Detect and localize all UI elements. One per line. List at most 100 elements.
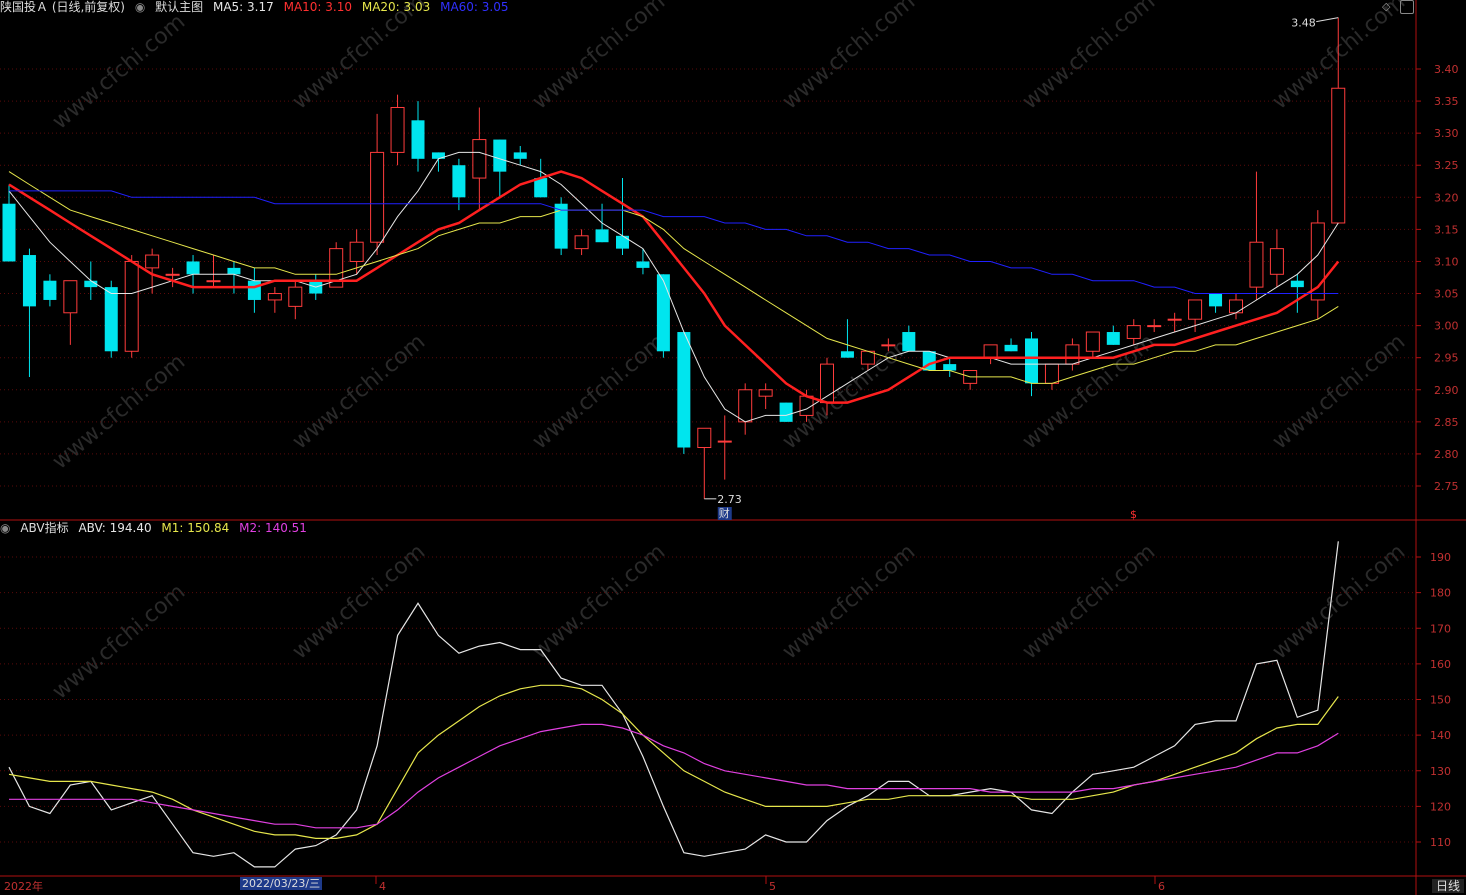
candle-body-down xyxy=(104,287,118,352)
indicator-tick-label: 160 xyxy=(1430,658,1451,671)
candle-body-up xyxy=(758,389,773,397)
candle-body-down xyxy=(1106,332,1120,345)
ma10-line xyxy=(8,170,1340,404)
candle-body-up xyxy=(1167,318,1182,321)
watermark-text: www.cfchi.com xyxy=(48,349,190,474)
indicator-tick-label: 170 xyxy=(1430,622,1451,635)
candle-body-up xyxy=(1147,325,1162,328)
stock-chart[interactable]: www.cfchi.com www.cfchi.com www.cfchi.com w… xyxy=(0,0,1466,895)
indicator-name[interactable]: ABV指标 xyxy=(20,521,68,535)
watermark-text: www.cfchi.com xyxy=(528,0,670,115)
candle-body-up xyxy=(1044,363,1059,384)
indicator-tick-label: 150 xyxy=(1430,694,1451,707)
candle-body-down xyxy=(1025,338,1038,384)
m1-label: M1: 150.84 xyxy=(161,521,230,535)
price-tick-label: 3.40 xyxy=(1434,63,1459,76)
month-label: 6 xyxy=(1158,880,1165,893)
abv-line xyxy=(8,541,1339,868)
indicator-tick-label: 190 xyxy=(1430,551,1451,564)
window-button-icon[interactable] xyxy=(1400,0,1414,14)
candle-body-up xyxy=(717,440,732,443)
watermark-text: www.cfchi.com xyxy=(528,329,670,454)
price-tick-label: 3.05 xyxy=(1434,288,1459,301)
candle-body-down xyxy=(411,120,425,159)
price-tick-label: 2.95 xyxy=(1434,352,1459,365)
watermark-text: www.cfchi.com xyxy=(778,0,920,115)
candle-body-down xyxy=(493,139,507,172)
watermark-text: www.cfchi.com xyxy=(288,329,430,454)
candle-body-down xyxy=(227,267,241,275)
candle-body-up xyxy=(1229,299,1243,314)
candle-body-up xyxy=(983,344,998,359)
price-tick-label: 3.20 xyxy=(1434,191,1459,204)
indicator-legend: ◉ ABV指标 ABV: 194.40 M1: 150.84 M2: 140.5… xyxy=(0,521,313,535)
candle-body-up xyxy=(738,389,753,423)
main-chart-label[interactable]: 默认主图 xyxy=(155,0,203,14)
candle-body-down xyxy=(513,152,527,159)
price-tick-label: 2.85 xyxy=(1434,416,1459,429)
candle-body-down xyxy=(43,280,57,300)
price-tick-label: 3.25 xyxy=(1434,159,1459,172)
ma10-label: MA10: 3.10 xyxy=(283,0,353,14)
m2-label: M2: 140.51 xyxy=(239,521,307,535)
price-tick-label: 2.90 xyxy=(1434,384,1459,397)
candle-body-down xyxy=(186,261,200,275)
cursor-date-badge: 2022/03/23/三 xyxy=(240,877,323,890)
watermark-text: www.cfchi.com xyxy=(1018,539,1160,664)
candle-body-up xyxy=(145,254,160,269)
period-button[interactable]: 日线 xyxy=(1431,879,1464,893)
indicator-tick-label: 120 xyxy=(1430,800,1451,813)
candle-body-up xyxy=(288,286,303,307)
gear-icon[interactable]: ◉ xyxy=(135,0,145,14)
candle-body-down xyxy=(616,235,629,249)
gear-icon[interactable]: ◉ xyxy=(0,521,10,535)
candle-body-up xyxy=(881,344,896,347)
watermark-text: www.cfchi.com xyxy=(288,539,430,664)
month-label: 4 xyxy=(379,880,386,893)
abv-label: ABV: 194.40 xyxy=(78,521,152,535)
price-tick-label: 2.75 xyxy=(1434,480,1459,493)
price-tick-label: 3.00 xyxy=(1434,320,1459,333)
candle-body-down xyxy=(943,364,957,371)
candle-body-up xyxy=(1249,241,1264,288)
candle-body-up xyxy=(472,139,487,179)
diamond-icon[interactable]: ◇ xyxy=(1382,0,1394,13)
candle-body-up xyxy=(124,260,139,352)
candle-body-down xyxy=(656,274,670,352)
month-label: 5 xyxy=(769,880,776,893)
ma20-label: MA20: 3.03 xyxy=(361,0,431,14)
indicator-tick-label: 180 xyxy=(1430,587,1451,600)
security-title[interactable]: 陕国投Ａ (日线,前复权) xyxy=(0,0,125,14)
watermark-text: www.cfchi.com xyxy=(528,539,670,664)
candle-body-down xyxy=(595,229,609,243)
dollar-marker: $ xyxy=(1130,508,1137,521)
low-label: 2.73 xyxy=(717,493,742,506)
cai-marker: 财 xyxy=(719,506,730,520)
watermark-text: www.cfchi.com xyxy=(288,0,430,115)
candle-body-up xyxy=(1126,325,1141,339)
indicator-tick-label: 140 xyxy=(1430,729,1451,742)
candle-body-up xyxy=(1331,87,1346,224)
price-tick-label: 3.10 xyxy=(1434,255,1459,268)
candle-body-up xyxy=(1188,299,1203,320)
candle-body-down xyxy=(452,165,466,198)
candle-body-up xyxy=(165,273,180,276)
main-chart-legend: 陕国投Ａ (日线,前复权) ◉ 默认主图 MA5: 3.17 MA10: 3.1… xyxy=(0,0,515,14)
candle-body-up xyxy=(697,427,712,449)
candle-body-down xyxy=(636,261,650,268)
watermark-text: www.cfchi.com xyxy=(1268,329,1410,454)
candle-body-down xyxy=(22,255,36,307)
ma60-line xyxy=(9,190,1339,294)
price-tick-label: 3.30 xyxy=(1434,127,1459,140)
candle-body-down xyxy=(2,203,16,262)
watermark-text: www.cfchi.com xyxy=(48,579,190,704)
candle-body-up xyxy=(206,280,221,283)
year-label: 2022年 xyxy=(4,879,43,893)
ma60-label: MA60: 3.05 xyxy=(440,0,509,14)
candle-body-down xyxy=(247,280,261,300)
watermark-text: www.cfchi.com xyxy=(1018,0,1160,115)
candle-body-down xyxy=(840,351,854,358)
m2-line xyxy=(9,723,1339,829)
price-tick-label: 3.35 xyxy=(1434,95,1459,108)
watermark-text: www.cfchi.com xyxy=(1268,539,1410,664)
